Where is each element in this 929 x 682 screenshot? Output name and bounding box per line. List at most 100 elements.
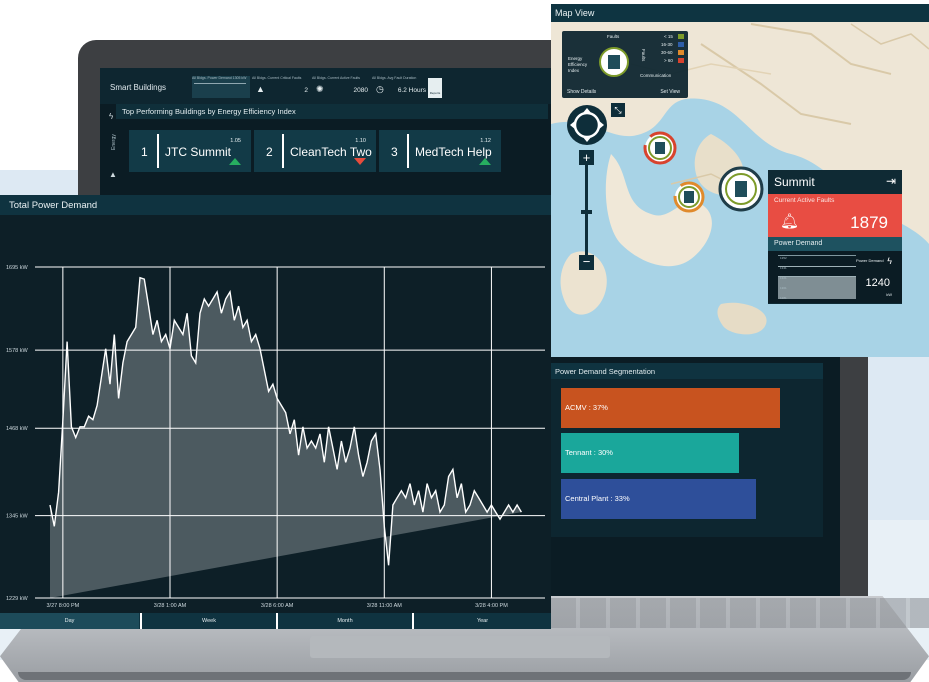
divider: [282, 134, 284, 168]
y-tick-label: 1578 kW: [6, 348, 29, 354]
building-marker[interactable]: [672, 180, 706, 214]
warning-icon[interactable]: ▲: [109, 170, 117, 179]
zoom-in-button[interactable]: +: [579, 150, 594, 165]
mini-tick: 1352: [780, 256, 787, 260]
tab-week[interactable]: Week: [142, 613, 276, 629]
building-marker[interactable]: [642, 130, 678, 166]
tab-day[interactable]: Day: [0, 613, 139, 629]
ranking-card[interactable]: 3 MedTech Help 1.12: [379, 130, 501, 172]
legend-eei-line: Index: [568, 68, 580, 73]
mini-tick: 1341: [780, 266, 787, 270]
warning-icon: ▲: [256, 84, 265, 94]
power-demand-value: 1240: [865, 277, 890, 289]
reports-button[interactable]: Reports: [428, 78, 442, 98]
popup-header: Summit ⇥: [768, 170, 902, 194]
alarm-icon: ✺: [316, 84, 324, 94]
stat-label: All Bldgs. Current Critical Faults: [252, 76, 302, 80]
faults-value: 1879: [850, 213, 888, 232]
legend-range-label: 16-30: [661, 42, 673, 47]
segmentation-header: Power Demand Segmentation: [551, 363, 823, 379]
y-tick-label: 1345 kW: [6, 514, 29, 520]
segment-bar[interactable]: Central Plant : 33%: [561, 479, 756, 519]
mini-tick: 1321: [780, 276, 787, 280]
x-tick-label: 3/28 1:00 AM: [154, 603, 187, 609]
segment-bar[interactable]: Tennant : 30%: [561, 433, 739, 473]
alarm-bell-icon: 🔔︎: [780, 213, 800, 230]
mini-grid: [778, 266, 856, 267]
faults-label: Current Active Faults: [774, 197, 835, 204]
legend-range-label: > 60: [664, 58, 673, 63]
building-marker-icon: [599, 47, 629, 77]
laptop-touchpad: [310, 636, 610, 658]
stat-active-faults[interactable]: All Bldgs. Current Active Faults ✺ 2080: [312, 76, 368, 98]
stat-value: 2080: [353, 87, 368, 94]
divider: [407, 134, 409, 168]
lightning-icon: ϟ: [887, 256, 892, 266]
x-tick-label: 3/27 8:00 PM: [46, 603, 79, 609]
power-unit-label: Power Demand: [856, 258, 884, 263]
stat-fault-duration[interactable]: All Bldgs. Avg Fault Duration ◷ 6.2 Hour…: [372, 76, 426, 98]
building-name: CleanTech Two: [290, 145, 372, 159]
faults-body: 🔔︎ 1879: [768, 207, 902, 237]
stat-label: All Bldgs. Current Active Faults: [312, 76, 361, 80]
section-title: Top Performing Buildings by Energy Effic…: [122, 107, 296, 116]
tab-year[interactable]: Year: [414, 613, 551, 629]
tab-month[interactable]: Month: [278, 613, 412, 629]
x-tick-label: 3/28 11:00 AM: [367, 603, 402, 609]
pan-control[interactable]: [567, 105, 607, 145]
sparkline-icon: [194, 83, 246, 93]
legend-range-label: 30-60: [661, 50, 673, 55]
eei-value: 1.10: [355, 138, 366, 144]
legend-swatch: [678, 34, 684, 39]
pan-arrows-icon: [570, 108, 604, 142]
power-demand-header: Power Demand: [768, 237, 902, 251]
rank-number: 2: [266, 145, 273, 159]
lightning-icon[interactable]: ϟ: [109, 112, 113, 121]
clock-icon: ◷: [376, 84, 384, 94]
trend-up-icon: [479, 158, 491, 165]
mini-tick: 1301: [780, 286, 787, 290]
mini-chart: 1352 1341 1321 1301 1281: [778, 255, 856, 300]
zoom-slider-thumb[interactable]: [581, 210, 592, 214]
power-demand-chart[interactable]: 1695 kW 1578 kW 1468 kW 1345 kW 1229 kW 3/27 …: [0, 215, 551, 613]
show-details-button[interactable]: Show Details: [567, 89, 596, 95]
stat-value: 6.2 Hours: [397, 87, 426, 94]
legend-range-label: < 15: [664, 34, 673, 39]
trend-down-icon: [354, 158, 366, 165]
legend-faults-side: Faults: [641, 49, 646, 62]
building-name: MedTech Help: [415, 145, 492, 159]
x-tick-label: 3/28 4:00 PM: [475, 603, 508, 609]
set-view-button[interactable]: Set View: [660, 89, 680, 95]
popup-title: Summit: [774, 175, 815, 189]
ranking-card[interactable]: 2 CleanTech Two 1.10: [254, 130, 376, 172]
y-tick-label: 1695 kW: [6, 265, 29, 271]
stat-critical-faults[interactable]: All Bldgs. Current Critical Faults ▲ 2: [252, 76, 308, 98]
stat-label: All Bldgs. Power Demand 1305 kW: [192, 76, 247, 80]
building-marker-selected[interactable]: [717, 165, 765, 213]
stat-power-demand[interactable]: All Bldgs. Power Demand 1305 kW: [192, 76, 250, 98]
exit-icon[interactable]: ⇥: [886, 174, 896, 188]
power-demand-label: Power Demand: [774, 240, 823, 247]
total-power-title: Total Power Demand: [9, 200, 98, 211]
y-tick-label: 1468 kW: [6, 426, 29, 432]
zoom-out-button[interactable]: −: [579, 255, 594, 270]
legend-swatch: [678, 42, 684, 47]
rank-number: 3: [391, 145, 398, 159]
segmentation-title: Power Demand Segmentation: [555, 367, 656, 376]
sidebar-item-energy[interactable]: Energy: [111, 134, 117, 150]
mini-area: [778, 277, 856, 299]
eei-value: 1.05: [230, 138, 241, 144]
building-name: JTC Summit: [165, 145, 231, 159]
segment-bar[interactable]: ACMV : 37%: [561, 388, 780, 428]
stat-label: All Bldgs. Avg Fault Duration: [372, 76, 417, 80]
top-performing-header: Top Performing Buildings by Energy Effic…: [116, 104, 548, 119]
laptop-base-edge: [18, 672, 911, 680]
ranking-card[interactable]: 1 JTC Summit 1.05: [129, 130, 251, 172]
faults-header: Current Active Faults: [768, 194, 902, 207]
rank-number: 1: [141, 145, 148, 159]
collapse-icon[interactable]: ⤡: [611, 103, 625, 117]
legend-eei-line: Energy: [568, 56, 583, 61]
stat-value: 2: [304, 87, 308, 94]
time-range-tabs: Day Week Month Year: [0, 613, 551, 629]
legend-swatch: [678, 58, 684, 63]
